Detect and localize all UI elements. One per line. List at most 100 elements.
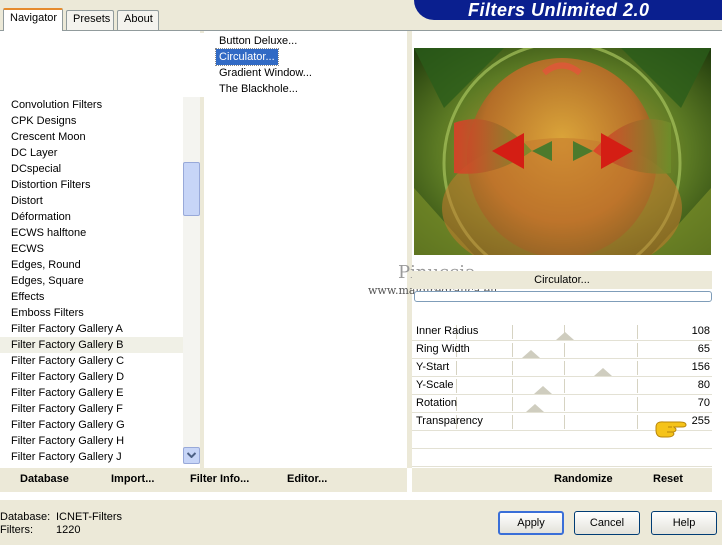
slider-tick [637, 379, 638, 393]
filter-item[interactable]: Gradient Window... [216, 65, 315, 81]
category-item[interactable]: Filter Factory Gallery G [0, 417, 183, 433]
category-item[interactable]: Déformation [0, 209, 183, 225]
category-item[interactable]: ECWS [0, 241, 183, 257]
editor-link[interactable]: Editor... [287, 473, 327, 485]
slider-tick [637, 397, 638, 411]
filter-preview-image [414, 48, 711, 255]
reset-link[interactable]: Reset [653, 473, 683, 485]
category-item[interactable]: Crescent Moon [0, 129, 183, 145]
param-value: 156 [691, 361, 710, 373]
database-status-value: ICNET-Filters [56, 511, 122, 523]
left-action-bar: Database Import... Filter Info... Editor… [0, 468, 407, 492]
slider-thumb[interactable] [594, 368, 612, 376]
param-row-empty [412, 449, 712, 467]
slider-tick [512, 325, 513, 339]
category-item[interactable]: Filter Factory Gallery H [0, 433, 183, 449]
param-label: Inner Radius [416, 325, 479, 337]
help-button[interactable]: Help [651, 511, 717, 535]
param-label: Y-Start [416, 361, 450, 373]
apply-button[interactable]: Apply [498, 511, 564, 535]
slider-tick [512, 343, 513, 357]
category-item[interactable]: Convolution Filters [0, 97, 183, 113]
category-item[interactable]: Filter Factory Gallery A [0, 321, 183, 337]
category-item[interactable]: Emboss Filters [0, 305, 183, 321]
pointing-hand-icon [654, 418, 688, 441]
slider-tick [456, 361, 457, 375]
param-row[interactable]: Rotation 70 [412, 395, 712, 413]
app-title: Filters Unlimited 2.0 [468, 0, 650, 20]
slider-tick [512, 397, 513, 411]
param-value: 65 [697, 343, 710, 355]
slider-tick [637, 415, 638, 429]
category-item[interactable]: Distort [0, 193, 183, 209]
category-item[interactable]: DC Layer [0, 145, 183, 161]
category-item[interactable]: Filter Factory Gallery C [0, 353, 183, 369]
param-label: Transparency [416, 415, 483, 427]
filter-item[interactable]: Button Deluxe... [216, 33, 300, 49]
param-row[interactable]: Ring Width 65 [412, 341, 712, 359]
category-item[interactable]: Effects [0, 289, 183, 305]
import-link[interactable]: Import... [111, 473, 154, 485]
param-label: Rotation [416, 397, 457, 409]
param-value: 255 [691, 415, 710, 427]
filters-status-label: Filters: [0, 524, 33, 536]
slider-tick [564, 415, 565, 429]
param-value: 108 [691, 325, 710, 337]
param-value: 70 [697, 397, 710, 409]
category-item[interactable]: Edges, Square [0, 273, 183, 289]
param-label: Y-Scale [416, 379, 454, 391]
category-list[interactable]: Buttons & FramesColor EffectsColor Filte… [0, 33, 183, 465]
category-item[interactable]: Filter Factory Gallery B [0, 337, 183, 353]
tab-presets[interactable]: Presets [66, 10, 114, 30]
right-action-bar: Randomize Reset [412, 468, 712, 492]
category-item[interactable]: Filter Factory Gallery J [0, 449, 183, 465]
slider-tick [512, 361, 513, 375]
slider-thumb[interactable] [556, 332, 574, 340]
tab-presets-label: Presets [73, 13, 111, 25]
category-item[interactable]: Filter Factory Gallery F [0, 401, 183, 417]
param-value: 80 [697, 379, 710, 391]
slider-tick [456, 379, 457, 393]
chevron-down-icon[interactable] [183, 447, 200, 464]
slider-thumb[interactable] [522, 350, 540, 358]
category-item[interactable]: DCspecial [0, 161, 183, 177]
slider-tick [512, 415, 513, 429]
filter-item[interactable]: The Blackhole... [216, 81, 301, 97]
tab-navigator[interactable]: Navigator [3, 8, 63, 31]
slider-tick [637, 361, 638, 375]
filters-status-value: 1220 [56, 524, 81, 536]
app-title-banner: Filters Unlimited 2.0 [414, 0, 722, 20]
param-row[interactable]: Y-Scale 80 [412, 377, 712, 395]
filter-name-label: Circulator... [412, 271, 712, 289]
tab-navigator-label: Navigator [10, 12, 58, 24]
filter-list[interactable]: Button Deluxe... Circulator... Gradient Wi… [0, 33, 406, 97]
param-row[interactable]: Y-Start 156 [412, 359, 712, 377]
category-item[interactable]: Edges, Round [0, 257, 183, 273]
slider-tick [564, 379, 565, 393]
slider-thumb[interactable] [526, 404, 544, 412]
category-item[interactable]: CPK Designs [0, 113, 183, 129]
category-item[interactable]: ECWS halftone [0, 225, 183, 241]
category-item[interactable]: Distortion Filters [0, 177, 183, 193]
category-scrollbar[interactable] [183, 34, 200, 464]
slider-tick [564, 343, 565, 357]
param-label: Ring Width [416, 343, 470, 355]
database-link[interactable]: Database [20, 473, 69, 485]
scrollbar-thumb[interactable] [183, 162, 200, 216]
randomize-link[interactable]: Randomize [554, 473, 613, 485]
cancel-button[interactable]: Cancel [574, 511, 640, 535]
slider-thumb[interactable] [534, 386, 552, 394]
category-item[interactable]: Filter Factory Gallery E [0, 385, 183, 401]
filter-item-selected[interactable]: Circulator... [215, 48, 279, 66]
database-status-label: Database: [0, 511, 51, 523]
param-row[interactable]: Inner Radius 108 [412, 323, 712, 341]
filter-info-link[interactable]: Filter Info... [190, 473, 249, 485]
slider-tick [564, 397, 565, 411]
tab-about-label: About [124, 13, 153, 25]
slider-tick [637, 325, 638, 339]
slider-tick [564, 361, 565, 375]
category-item[interactable]: Filter Factory Gallery D [0, 369, 183, 385]
tab-about[interactable]: About [117, 10, 159, 30]
slider-tick [512, 379, 513, 393]
slider-tick [637, 343, 638, 357]
